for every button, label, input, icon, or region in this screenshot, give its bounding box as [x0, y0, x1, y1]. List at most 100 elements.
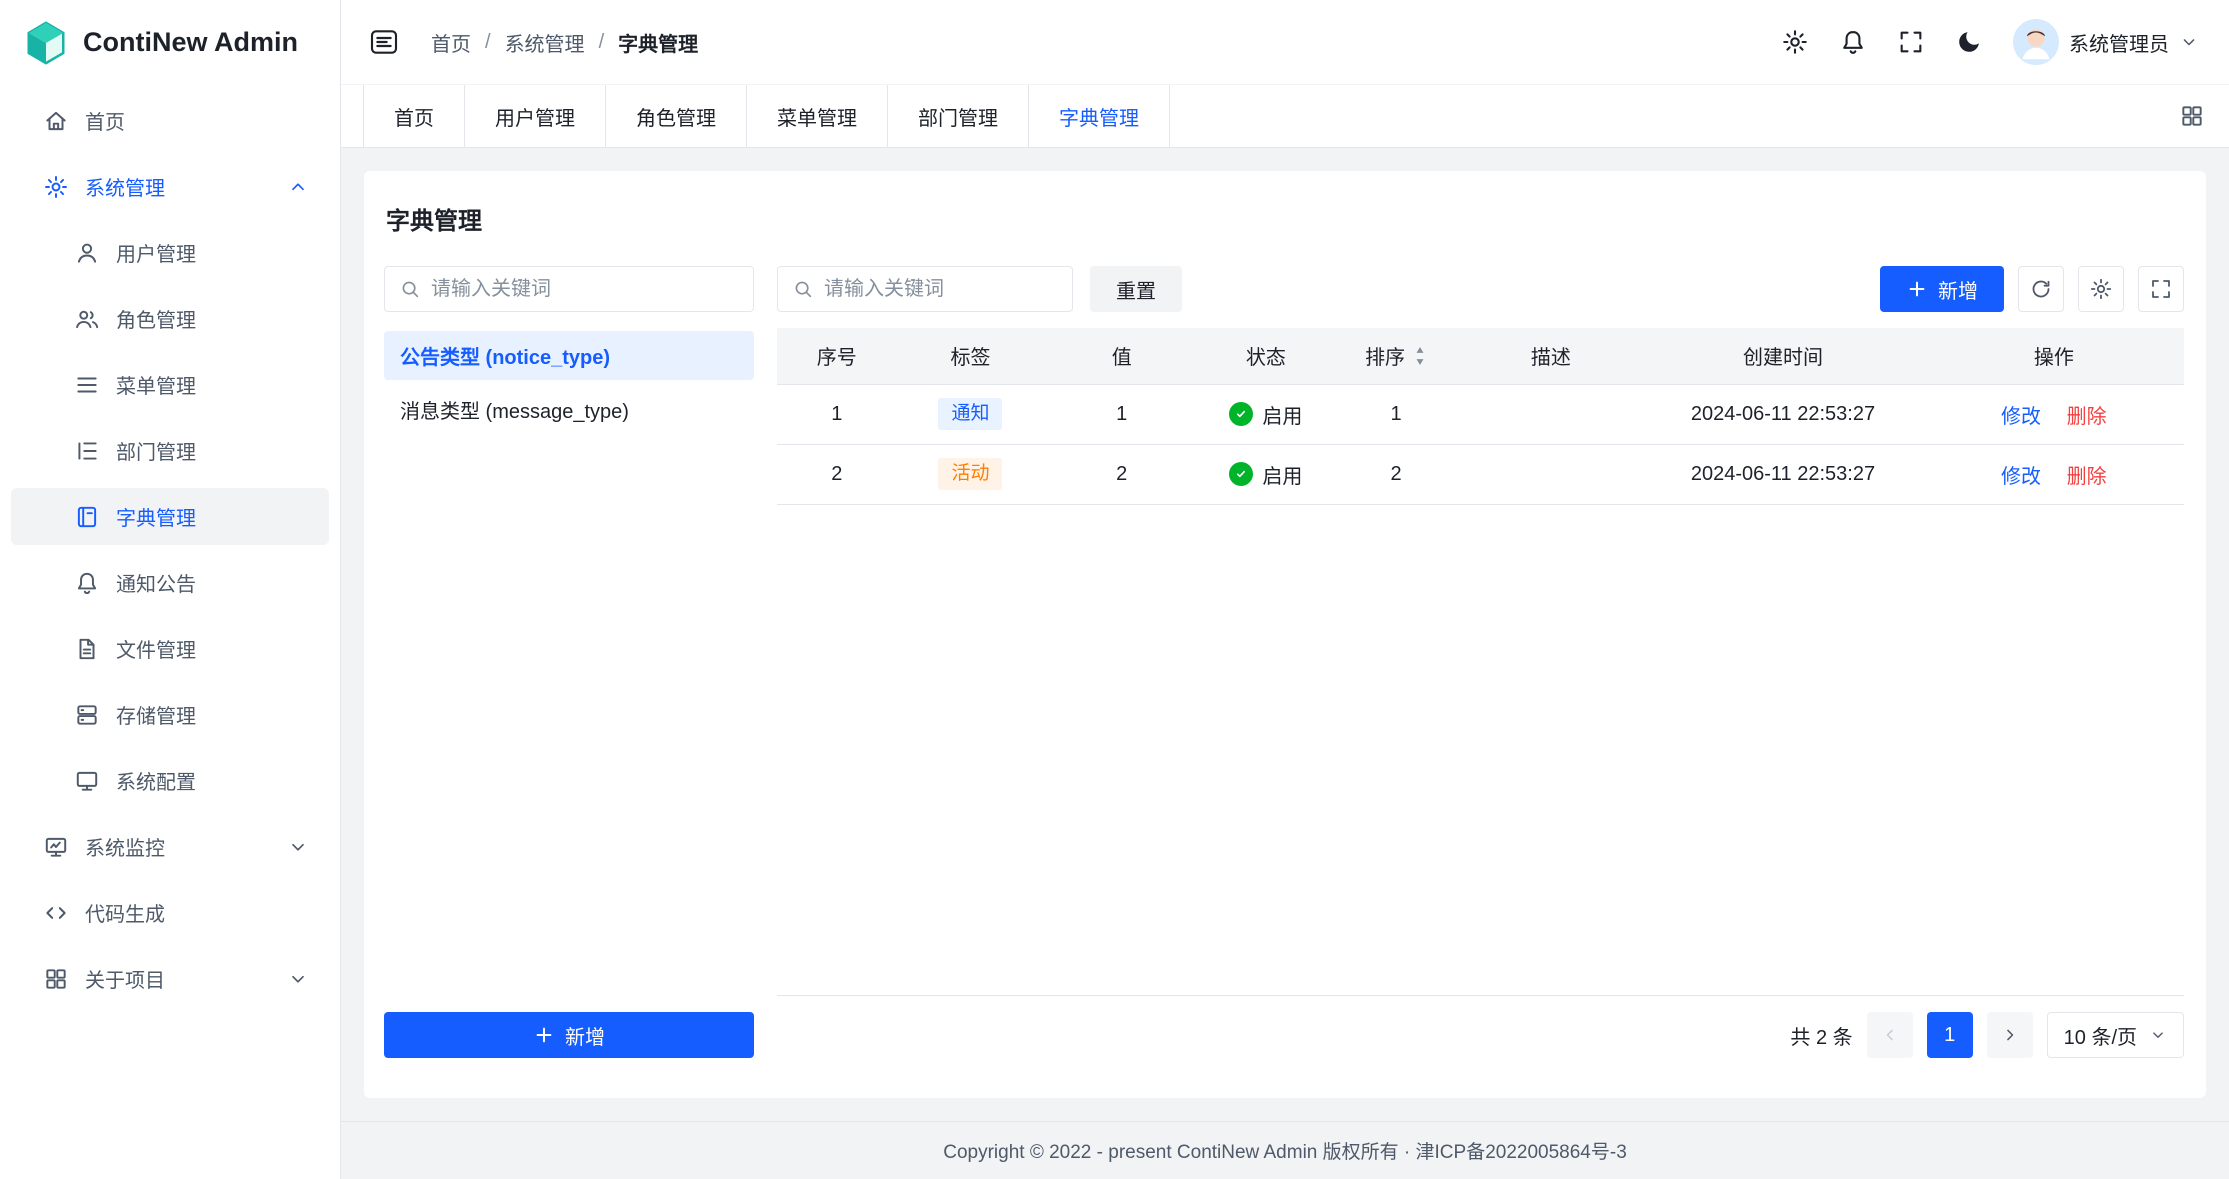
sidebar-menu: 首页 系统管理 用户管理 角色管理 菜单管理 部门管理 [0, 85, 340, 1179]
gear-icon [1781, 28, 1809, 56]
sidebar-item-files[interactable]: 文件管理 [11, 620, 329, 677]
sidebar-item-label: 代码生成 [85, 898, 165, 927]
sidebar-group-label: 系统监控 [85, 832, 165, 861]
col-value: 值 [1044, 328, 1199, 384]
tab-label: 用户管理 [495, 102, 575, 131]
add-dict-type-button[interactable]: 新增 [384, 1012, 754, 1058]
col-status: 状态 [1199, 328, 1333, 384]
apps-grid-icon [2179, 103, 2205, 129]
sidebar-item-roles[interactable]: 角色管理 [11, 290, 329, 347]
cell-actions: 修改 删除 [1924, 444, 2184, 504]
sidebar-item-label: 文件管理 [116, 634, 196, 663]
page-footer: Copyright © 2022 - present ContiNew Admi… [341, 1121, 2229, 1179]
column-settings-button[interactable] [2078, 266, 2124, 312]
tag-notice: 通知 [938, 398, 1002, 431]
tab-home[interactable]: 首页 [363, 85, 465, 147]
sidebar-group-label: 系统管理 [85, 172, 165, 201]
status-label: 启用 [1262, 400, 1302, 429]
sidebar-item-departments[interactable]: 部门管理 [11, 422, 329, 479]
page-title: 字典管理 [386, 201, 2184, 236]
chevron-right-icon [2000, 1025, 2020, 1045]
sidebar-item-storage[interactable]: 存储管理 [11, 686, 329, 743]
breadcrumb-current: 字典管理 [618, 28, 698, 57]
add-dict-item-button[interactable]: 新增 [1880, 266, 2004, 312]
tab-label: 字典管理 [1059, 102, 1139, 131]
search-icon [399, 278, 421, 300]
list-icon [74, 372, 100, 398]
sort-carets[interactable] [1413, 345, 1427, 367]
sidebar-item-dictionary[interactable]: 字典管理 [11, 488, 329, 545]
add-dict-item-label: 新增 [1938, 275, 1978, 304]
sidebar: ContiNew Admin 首页 系统管理 用户管理 角色管理 [0, 0, 341, 1179]
cell-sort: 1 [1333, 384, 1460, 444]
panels: 公告类型 (notice_type) 消息类型 (message_type) 新… [384, 266, 2184, 1058]
cell-status: 启用 [1199, 444, 1333, 504]
page-1-button[interactable]: 1 [1927, 1012, 1973, 1058]
sidebar-item-label: 通知公告 [116, 568, 196, 597]
toolbar-actions: 新增 [1880, 266, 2184, 312]
reset-button[interactable]: 重置 [1090, 266, 1182, 312]
sidebar-item-label: 字典管理 [116, 502, 196, 531]
theme-toggle-button[interactable] [1955, 28, 1983, 56]
sidebar-item-home[interactable]: 首页 [11, 92, 329, 149]
edit-link[interactable]: 修改 [2001, 406, 2041, 428]
tab-departments[interactable]: 部门管理 [888, 85, 1029, 147]
delete-link[interactable]: 删除 [2067, 466, 2107, 488]
tab-users[interactable]: 用户管理 [465, 85, 606, 147]
sidebar-item-users[interactable]: 用户管理 [11, 224, 329, 281]
delete-link[interactable]: 删除 [2067, 406, 2107, 428]
refresh-button[interactable] [2018, 266, 2064, 312]
dict-type-list: 公告类型 (notice_type) 消息类型 (message_type) [384, 331, 754, 1012]
dict-type-item-message[interactable]: 消息类型 (message_type) [384, 385, 754, 434]
settings-button[interactable] [1781, 28, 1809, 56]
tab-roles[interactable]: 角色管理 [606, 85, 747, 147]
tab-actions[interactable] [2179, 85, 2205, 147]
logo[interactable]: ContiNew Admin [0, 0, 340, 85]
tab-dictionary[interactable]: 字典管理 [1029, 85, 1170, 147]
sidebar-item-codegen[interactable]: 代码生成 [11, 884, 329, 941]
book-icon [74, 504, 100, 530]
sidebar-item-label: 首页 [85, 106, 125, 135]
cell-status: 启用 [1199, 384, 1333, 444]
next-page-button[interactable] [1987, 1012, 2033, 1058]
col-sort[interactable]: 排序 [1333, 328, 1460, 384]
pagination: 共 2 条 1 10 条/页 [777, 1012, 2184, 1058]
add-dict-type-label: 新增 [565, 1021, 605, 1050]
tab-label: 菜单管理 [777, 102, 857, 131]
sidebar-group-about[interactable]: 关于项目 [11, 950, 329, 1007]
chevron-up-icon [287, 176, 309, 198]
collapse-sidebar-button[interactable] [361, 19, 407, 65]
sidebar-item-label: 存储管理 [116, 700, 196, 729]
breadcrumb-item[interactable]: 首页 [431, 28, 471, 57]
sidebar-group-label: 关于项目 [85, 964, 165, 993]
dict-search-input[interactable] [431, 278, 739, 301]
users-icon [74, 306, 100, 332]
notifications-button[interactable] [1839, 28, 1867, 56]
fullscreen-button[interactable] [1897, 28, 1925, 56]
dict-type-item-notice[interactable]: 公告类型 (notice_type) [384, 331, 754, 380]
sidebar-group-monitor[interactable]: 系统监控 [11, 818, 329, 875]
gear-icon [2089, 277, 2113, 301]
tab-menus[interactable]: 菜单管理 [747, 85, 888, 147]
tab-label: 部门管理 [918, 102, 998, 131]
breadcrumb-item[interactable]: 系统管理 [505, 28, 585, 57]
prev-page-button[interactable] [1867, 1012, 1913, 1058]
table-fullscreen-button[interactable] [2138, 266, 2184, 312]
chevron-down-icon [287, 968, 309, 990]
table-search [777, 266, 1073, 312]
sidebar-item-notices[interactable]: 通知公告 [11, 554, 329, 611]
page-size-select[interactable]: 10 条/页 [2047, 1012, 2184, 1058]
breadcrumb-separator: / [599, 31, 605, 54]
menu-fold-icon [368, 26, 400, 58]
table-search-input[interactable] [824, 278, 1058, 301]
sidebar-group-system[interactable]: 系统管理 [11, 158, 329, 215]
gear-icon [43, 174, 69, 200]
user-menu[interactable]: 系统管理员 [2013, 19, 2199, 65]
moon-icon [1955, 28, 1983, 56]
top-header: 首页 / 系统管理 / 字典管理 [341, 0, 2229, 85]
dictionary-card: 字典管理 公告类型 (notice_type) [364, 171, 2206, 1098]
cell-created-at: 2024-06-11 22:53:27 [1642, 444, 1923, 504]
edit-link[interactable]: 修改 [2001, 466, 2041, 488]
sidebar-item-system-config[interactable]: 系统配置 [11, 752, 329, 809]
sidebar-item-menus[interactable]: 菜单管理 [11, 356, 329, 413]
